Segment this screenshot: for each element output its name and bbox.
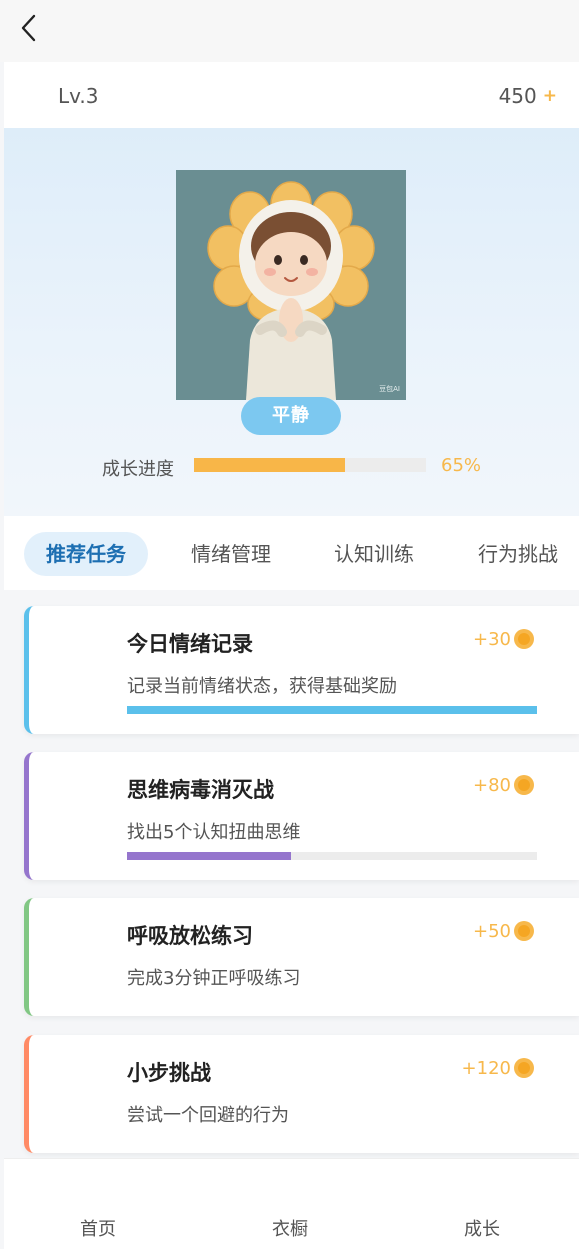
task-card[interactable]: 呼吸放松练习 +50 完成3分钟正呼吸练习 [24, 898, 579, 1016]
task-progress-fill [127, 706, 537, 714]
sun-coin-icon [514, 629, 534, 649]
chevron-left-icon [21, 14, 36, 42]
sun-coin-icon [514, 1058, 534, 1078]
task-description: 找出5个认知扭曲思维 [127, 822, 301, 843]
progress-percent: 65% [441, 455, 482, 476]
top-nav-bar [0, 0, 579, 62]
tab-cognition[interactable]: 认知训练 [334, 532, 414, 576]
task-progress-bar [127, 706, 537, 714]
growth-hero: 豆包AI 平静 成长进度 65% [4, 128, 579, 516]
task-card[interactable]: 今日情绪记录 +30 记录当前情绪状态，获得基础奖励 [24, 606, 579, 734]
task-progress-bar [127, 852, 537, 860]
back-button[interactable] [14, 12, 46, 44]
task-reward: +30 [473, 628, 535, 650]
app-page: Lv.3 450 + 豆包AI 平静 成长进度 65% 推荐任务 情绪管理 认知… [0, 0, 579, 1249]
tab-emotion[interactable]: 情绪管理 [191, 532, 271, 576]
task-tabs: 推荐任务 情绪管理 认知训练 行为挑战 [4, 516, 579, 590]
coin-balance[interactable]: 450 + [499, 84, 557, 108]
watermark: 豆包AI [379, 385, 400, 393]
mood-badge: 平静 [241, 397, 341, 435]
felt-doll-avatar [176, 170, 406, 400]
user-level: Lv.3 [58, 84, 99, 108]
task-description: 完成3分钟正呼吸练习 [127, 968, 301, 989]
task-reward: +80 [473, 774, 535, 796]
avatar[interactable]: 豆包AI [176, 170, 406, 400]
reward-points: +80 [473, 774, 511, 796]
task-card[interactable]: 思维病毒消灭战 +80 找出5个认知扭曲思维 [24, 752, 579, 880]
nav-wardrobe[interactable]: 衣橱 [272, 1215, 308, 1241]
growth-progress-fill [194, 458, 345, 472]
task-reward: +50 [473, 920, 535, 942]
task-title: 呼吸放松练习 [127, 924, 253, 948]
level-bar: Lv.3 450 + [4, 62, 579, 128]
progress-label: 成长进度 [102, 459, 174, 480]
sun-coin-icon [514, 921, 534, 941]
coin-count: 450 [498, 84, 537, 108]
nav-growth[interactable]: 成长 [464, 1215, 500, 1241]
bottom-nav: 首页 衣橱 成长 [4, 1158, 579, 1249]
task-description: 尝试一个回避的行为 [127, 1105, 289, 1126]
task-card[interactable]: 小步挑战 +120 尝试一个回避的行为 [24, 1035, 579, 1153]
task-progress-fill [127, 852, 291, 860]
tab-recommended[interactable]: 推荐任务 [24, 532, 148, 576]
nav-home[interactable]: 首页 [80, 1215, 116, 1241]
reward-points: +50 [473, 920, 511, 942]
tab-behavior[interactable]: 行为挑战 [478, 532, 558, 576]
task-title: 今日情绪记录 [127, 632, 253, 656]
task-title: 思维病毒消灭战 [127, 778, 274, 802]
reward-points: +120 [461, 1057, 511, 1079]
add-coins-icon[interactable]: + [543, 87, 557, 105]
growth-progress-bar [194, 458, 426, 472]
task-reward: +120 [462, 1057, 535, 1079]
sun-coin-icon [514, 775, 534, 795]
reward-points: +30 [473, 628, 511, 650]
task-title: 小步挑战 [127, 1061, 211, 1085]
task-description: 记录当前情绪状态，获得基础奖励 [127, 676, 397, 697]
